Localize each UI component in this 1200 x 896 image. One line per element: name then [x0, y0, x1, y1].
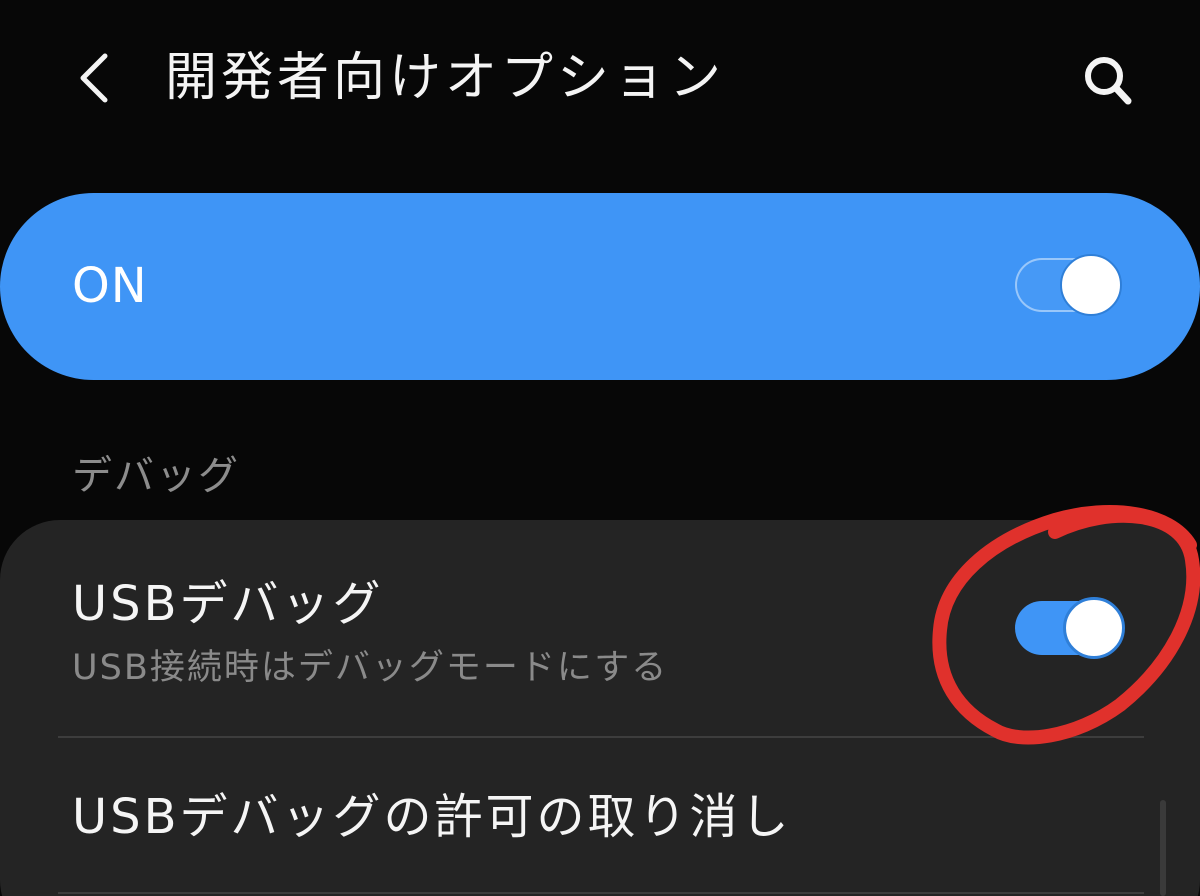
search-icon — [1085, 57, 1132, 105]
usb-debugging-title[interactable]: USBデバッグ — [72, 572, 384, 636]
master-toggle-switch[interactable] — [1015, 254, 1123, 316]
section-header-debug: デバッグ — [72, 453, 240, 499]
page-title: 開発者向けオプション — [165, 48, 726, 108]
usb-debugging-description: USB接続時はデバッグモードにする — [72, 648, 669, 688]
list-divider — [58, 892, 1144, 894]
switch-thumb — [1060, 254, 1122, 316]
scrollbar[interactable] — [1160, 800, 1166, 896]
app-bar: 開発者向けオプション — [0, 0, 1200, 160]
usb-debugging-toggle[interactable] — [1015, 597, 1125, 661]
developer-options-screen: 開発者向けオプション ON デバッグ USBデバッグ USB接続時はデバッグモー… — [0, 0, 1200, 896]
switch-thumb — [1063, 597, 1125, 659]
back-button[interactable] — [60, 40, 130, 116]
master-toggle-label: ON — [72, 258, 148, 314]
chevron-left-icon — [80, 53, 108, 103]
search-button[interactable] — [1068, 42, 1148, 118]
list-divider — [58, 736, 1144, 738]
revoke-usb-debugging-authorizations[interactable]: USBデバッグの許可の取り消し — [72, 782, 792, 852]
